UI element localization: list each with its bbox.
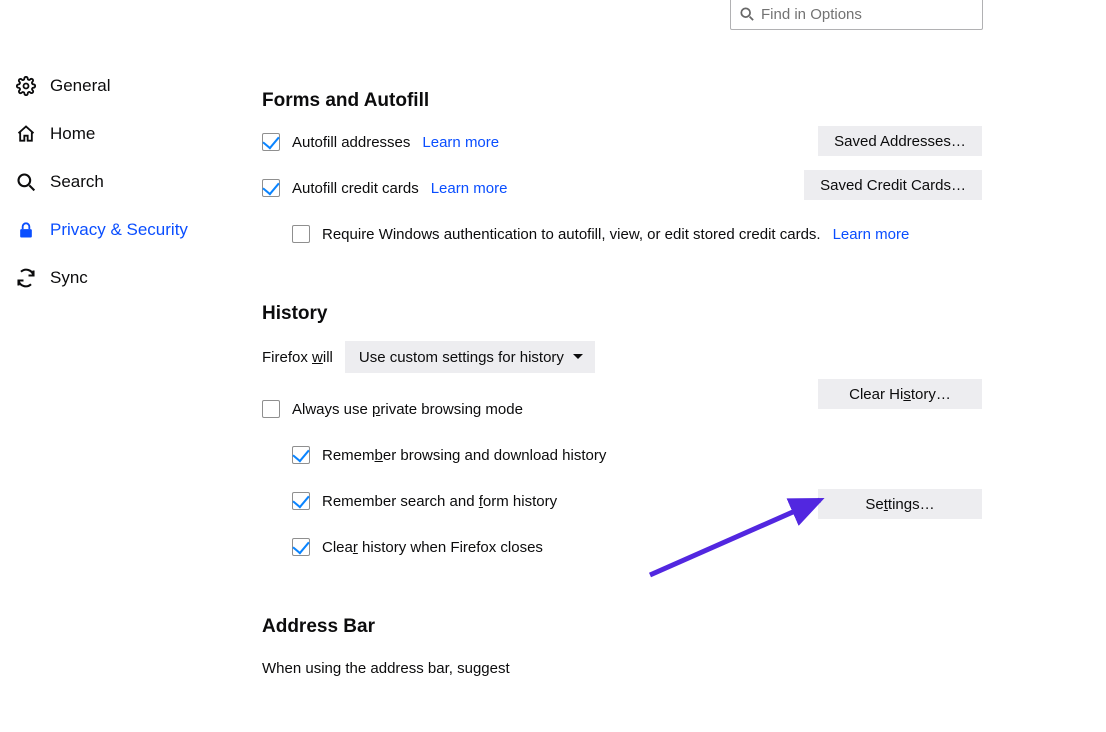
private-browsing-checkbox[interactable] xyxy=(262,400,280,418)
clear-history-button[interactable]: Clear History… xyxy=(818,379,982,409)
sidebar-item-label: General xyxy=(50,76,110,96)
home-icon xyxy=(16,124,36,144)
autofill-cards-learn-more[interactable]: Learn more xyxy=(431,180,508,197)
history-section: History Firefox will Use custom settings… xyxy=(262,303,982,561)
require-auth-learn-more[interactable]: Learn more xyxy=(833,226,910,243)
forms-section: Forms and Autofill Autofill addresses Le… xyxy=(262,90,982,248)
sidebar-item-label: Sync xyxy=(50,268,88,288)
remember-browsing-label: Remember browsing and download history xyxy=(322,447,606,464)
sidebar-item-sync[interactable]: Sync xyxy=(12,254,222,302)
address-bar-section: Address Bar When using the address bar, … xyxy=(262,616,982,682)
remember-search-label: Remember search and form history xyxy=(322,493,557,510)
saved-addresses-button[interactable]: Saved Addresses… xyxy=(818,126,982,156)
autofill-addresses-checkbox[interactable] xyxy=(262,133,280,151)
firefox-will-label: Firefox will xyxy=(262,349,333,366)
autofill-addresses-learn-more[interactable]: Learn more xyxy=(422,134,499,151)
sidebar-item-label: Home xyxy=(50,124,95,144)
forms-heading: Forms and Autofill xyxy=(262,90,982,112)
sidebar-item-search[interactable]: Search xyxy=(12,158,222,206)
autofill-cards-label: Autofill credit cards xyxy=(292,180,419,197)
search-icon xyxy=(740,7,754,21)
saved-cards-button[interactable]: Saved Credit Cards… xyxy=(804,170,982,200)
sidebar-item-privacy[interactable]: Privacy & Security xyxy=(12,206,222,254)
sidebar-item-home[interactable]: Home xyxy=(12,110,222,158)
settings-button[interactable]: Settings… xyxy=(818,489,982,519)
require-auth-checkbox[interactable] xyxy=(292,225,310,243)
remember-browsing-checkbox[interactable] xyxy=(292,446,310,464)
main-content: Forms and Autofill Autofill addresses Le… xyxy=(262,90,982,732)
sidebar-item-general[interactable]: General xyxy=(12,62,222,110)
autofill-addresses-label: Autofill addresses xyxy=(292,134,410,151)
search-input[interactable] xyxy=(730,0,983,30)
sidebar: General Home Search Privacy & Security S… xyxy=(12,62,222,302)
remember-search-checkbox[interactable] xyxy=(292,492,310,510)
private-browsing-label: Always use private browsing mode xyxy=(292,401,523,418)
sidebar-item-label: Privacy & Security xyxy=(50,220,188,240)
history-mode-select[interactable]: Use custom settings for history xyxy=(345,341,595,373)
gear-icon xyxy=(16,76,36,96)
require-auth-label: Require Windows authentication to autofi… xyxy=(322,226,821,243)
sync-icon xyxy=(16,268,36,288)
autofill-cards-checkbox[interactable] xyxy=(262,179,280,197)
clear-on-close-label: Clear history when Firefox closes xyxy=(322,539,543,556)
history-heading: History xyxy=(262,303,982,325)
sidebar-item-label: Search xyxy=(50,172,104,192)
lock-icon xyxy=(16,220,36,240)
search-icon xyxy=(16,172,36,192)
address-bar-subtext: When using the address bar, suggest xyxy=(262,660,510,677)
clear-on-close-checkbox[interactable] xyxy=(292,538,310,556)
